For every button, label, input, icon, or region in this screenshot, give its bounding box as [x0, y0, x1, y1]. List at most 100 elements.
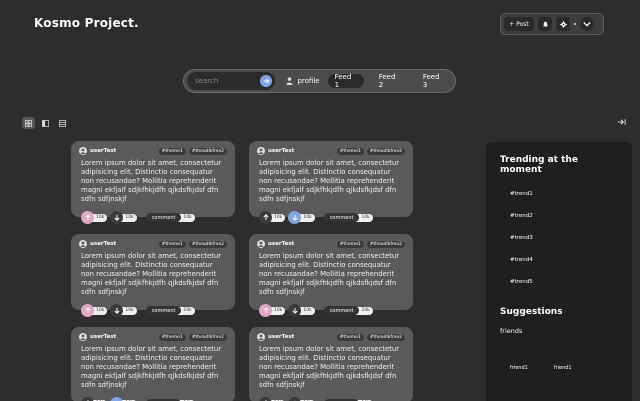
- upvote-button[interactable]: 10k: [259, 211, 286, 224]
- post-card[interactable]: userTest #theme1 #theadlkfme2 Lorem ipsu…: [249, 141, 413, 224]
- arrow-up-icon: [259, 397, 272, 401]
- profile-link[interactable]: profile: [286, 77, 320, 85]
- arrow-up-icon: [81, 211, 94, 224]
- post-card[interactable]: userTest #theme1 #theadlkfme2 Lorem ipsu…: [71, 327, 235, 401]
- user-icon: [286, 77, 294, 85]
- upvote-button[interactable]: 10k: [81, 304, 108, 317]
- post-tag[interactable]: #theadlkfme2: [188, 333, 227, 341]
- post-author[interactable]: userTest: [257, 240, 294, 248]
- brand-title: Kosmo Project.: [34, 16, 139, 30]
- upvote-button[interactable]: 10k: [259, 304, 286, 317]
- tab-feed-1[interactable]: Feed 1: [327, 73, 364, 89]
- post-username: userTest: [90, 334, 117, 340]
- friend-suggestion[interactable]: friend1: [510, 365, 528, 371]
- profile-label: profile: [297, 77, 320, 85]
- arrow-down-icon: [110, 211, 124, 224]
- post-body: Lorem ipsum dolor sit amet, consectetur …: [259, 159, 400, 203]
- post-tags: #theme1 #theadlkfme2: [158, 333, 227, 341]
- comment-button[interactable]: comment 10k: [145, 306, 195, 315]
- tab-feed-3[interactable]: Feed 3: [416, 73, 452, 89]
- post-tag[interactable]: #theadlkfme2: [366, 240, 405, 248]
- post-author[interactable]: userTest: [257, 147, 294, 155]
- trend-item[interactable]: #trend4: [510, 257, 618, 263]
- trend-item[interactable]: #trend3: [510, 235, 618, 241]
- search-input[interactable]: [195, 77, 257, 85]
- post-header: userTest #theme1 #theadlkfme2: [79, 240, 227, 248]
- top-toolbar: + Post: [500, 13, 604, 35]
- post-username: userTest: [90, 241, 117, 247]
- new-post-button[interactable]: + Post: [504, 17, 534, 31]
- post-actions: 10k 10k comment 10k: [259, 211, 373, 224]
- arrow-up-icon: [81, 304, 94, 317]
- split-view-button[interactable]: [39, 117, 52, 129]
- chevron-down-icon: [583, 21, 591, 27]
- downvote-button[interactable]: 10k: [110, 397, 137, 401]
- post-author[interactable]: userTest: [79, 147, 116, 155]
- post-card[interactable]: userTest #theme1 #theadlkfme2 Lorem ipsu…: [249, 234, 413, 317]
- downvote-button[interactable]: 10k: [110, 211, 137, 224]
- post-tag[interactable]: #theadlkfme2: [366, 147, 405, 155]
- trending-title: Trending at the moment: [500, 155, 578, 175]
- post-card[interactable]: userTest #theme1 #theadlkfme2 Lorem ipsu…: [249, 327, 413, 401]
- upvote-button[interactable]: 10k: [81, 211, 108, 224]
- post-tag[interactable]: #theme1: [158, 147, 186, 155]
- post-tags: #theme1 #theadlkfme2: [158, 147, 227, 155]
- arrow-down-icon: [288, 304, 302, 317]
- notifications-button[interactable]: [538, 17, 552, 31]
- post-author[interactable]: userTest: [79, 333, 116, 341]
- comment-button[interactable]: comment 10k: [323, 213, 373, 222]
- settings-button[interactable]: [556, 17, 570, 31]
- post-header: userTest #theme1 #theadlkfme2: [257, 240, 405, 248]
- downvote-button[interactable]: 10k: [110, 304, 137, 317]
- post-tag[interactable]: #theme1: [336, 333, 364, 341]
- arrow-down-icon: [288, 211, 302, 224]
- post-tag[interactable]: #theme1: [158, 240, 186, 248]
- friend-suggestion[interactable]: friend1: [554, 365, 572, 371]
- downvote-button[interactable]: 10k: [288, 211, 315, 224]
- post-tag[interactable]: #theadlkfme2: [188, 240, 227, 248]
- trend-item[interactable]: #trend2: [510, 213, 618, 219]
- avatar: [257, 147, 265, 155]
- list-view-button[interactable]: [56, 117, 69, 129]
- arrow-up-icon: [259, 304, 272, 317]
- trend-item[interactable]: #trend1: [510, 191, 618, 197]
- post-author[interactable]: userTest: [257, 333, 294, 341]
- post-body: Lorem ipsum dolor sit amet, consectetur …: [81, 345, 222, 389]
- main-nav: profile Feed 1 Feed 2 Feed 3: [183, 69, 456, 93]
- post-card[interactable]: userTest #theme1 #theadlkfme2 Lorem ipsu…: [71, 141, 235, 224]
- menu-dropdown-button[interactable]: [580, 17, 594, 31]
- grid-icon: [25, 119, 32, 127]
- search-submit-button[interactable]: [260, 75, 273, 87]
- post-header: userTest #theme1 #theadlkfme2: [257, 333, 405, 341]
- post-header: userTest #theme1 #theadlkfme2: [257, 147, 405, 155]
- downvote-button[interactable]: 10k: [288, 397, 315, 401]
- upvote-button[interactable]: 10k: [81, 397, 108, 401]
- post-tags: #theme1 #theadlkfme2: [336, 333, 405, 341]
- comment-button[interactable]: comment 10k: [323, 306, 373, 315]
- collapse-sidebar-button[interactable]: [617, 118, 626, 129]
- post-tag[interactable]: #theme1: [336, 240, 364, 248]
- suggestions-title: Suggestions: [500, 307, 563, 317]
- grid-view-button[interactable]: [22, 117, 35, 129]
- comment-button[interactable]: comment 10k: [145, 213, 195, 222]
- post-body: Lorem ipsum dolor sit amet, consectetur …: [259, 252, 400, 296]
- post-tag[interactable]: #theme1: [336, 147, 364, 155]
- downvote-button[interactable]: 10k: [288, 304, 315, 317]
- post-tag[interactable]: #theadlkfme2: [366, 333, 405, 341]
- post-actions: 10k 10k comment 10k: [81, 304, 195, 317]
- post-author[interactable]: userTest: [79, 240, 116, 248]
- upvote-button[interactable]: 10k: [259, 397, 286, 401]
- arrow-to-right-icon: [617, 119, 626, 125]
- post-tag[interactable]: #theadlkfme2: [188, 147, 227, 155]
- trend-item[interactable]: #trend5: [510, 279, 618, 285]
- avatar: [257, 333, 265, 341]
- post-tag[interactable]: #theme1: [158, 333, 186, 341]
- arrow-down-icon: [110, 304, 124, 317]
- tab-feed-2[interactable]: Feed 2: [372, 73, 408, 89]
- trending-panel: Trending at the moment #trend1 #trend2 #…: [486, 142, 632, 401]
- post-body: Lorem ipsum dolor sit amet, consectetur …: [81, 159, 222, 203]
- post-username: userTest: [90, 148, 117, 154]
- post-card[interactable]: userTest #theme1 #theadlkfme2 Lorem ipsu…: [71, 234, 235, 317]
- sidebar-layout-icon: [42, 119, 49, 127]
- friend-list: friend1 friend1: [510, 365, 618, 371]
